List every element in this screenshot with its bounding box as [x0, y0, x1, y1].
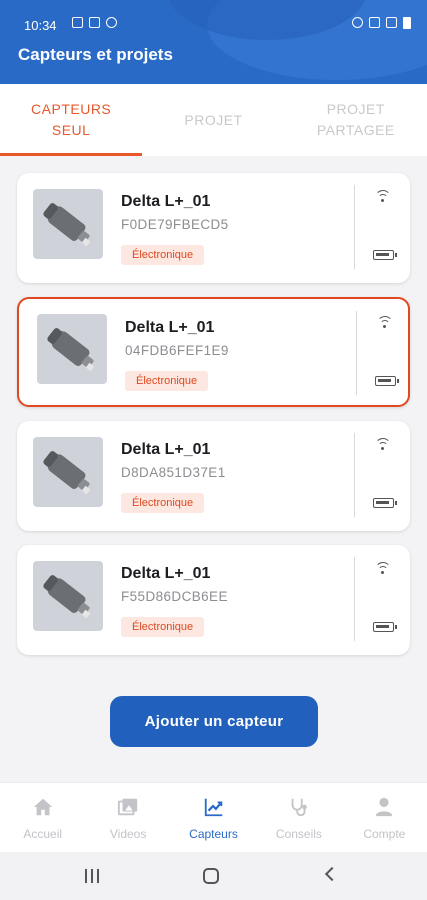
home-icon	[33, 798, 52, 816]
nav-label: Compte	[363, 827, 406, 841]
category-badge: Électronique	[121, 245, 205, 265]
wifi-icon	[375, 438, 391, 452]
sensor-id: F55D86DCB6EE	[121, 589, 228, 604]
sensor-name: Delta L+_01	[121, 441, 211, 458]
alarm-icon	[106, 17, 117, 28]
sensor-id: D8DA851D37E1	[121, 465, 226, 480]
home-button[interactable]	[203, 868, 219, 884]
tab-bar: CAPTEURS SEUL PROJET PROJET PARTAGEE	[0, 84, 427, 156]
sensor-image	[37, 314, 107, 384]
tab-capteurs-seul[interactable]: CAPTEURS SEUL	[0, 84, 143, 156]
alarm-icon	[352, 17, 363, 28]
nav-label: Capteurs	[189, 827, 238, 841]
card-divider	[356, 311, 357, 395]
user-icon	[376, 797, 393, 817]
notification-icons	[72, 17, 117, 28]
nav-compte[interactable]: Compte	[342, 783, 427, 852]
stethoscope-icon	[291, 798, 307, 817]
category-badge: Électronique	[121, 617, 205, 637]
nav-capteurs[interactable]: Capteurs	[171, 783, 256, 852]
bottom-navigation: Accueil Videos Capteurs Conseils Compte	[0, 782, 427, 852]
card-divider	[354, 557, 355, 641]
app-header: 10:34 Capteurs et projets	[0, 0, 427, 84]
tab-label: PROJET	[184, 111, 243, 128]
nav-label: Videos	[109, 827, 147, 841]
nav-label: Conseils	[275, 827, 322, 841]
status-time: 10:34	[24, 18, 57, 33]
wifi-icon	[375, 562, 391, 576]
video-icon	[118, 798, 138, 816]
page-title: Capteurs et projets	[18, 45, 173, 64]
nav-label: Accueil	[23, 827, 63, 841]
system-icons	[352, 17, 411, 29]
chart-icon	[204, 798, 222, 817]
sensor-name: Delta L+_01	[121, 565, 211, 582]
wifi-icon	[375, 190, 391, 204]
system-navigation-bar	[0, 852, 427, 900]
mail-icon	[89, 17, 100, 28]
add-sensor-button[interactable]: Ajouter un capteur	[110, 696, 318, 747]
sensor-card-selected[interactable]: Delta L+_01 04FDB6FEF1E9 Électronique	[17, 297, 410, 407]
sensor-list: Delta L+_01 F0DE79FBECD5 Électronique De…	[17, 173, 410, 669]
battery-icon	[373, 250, 397, 260]
sensor-image	[33, 189, 103, 259]
sensor-id: 04FDB6FEF1E9	[125, 343, 229, 358]
sensor-image	[33, 437, 103, 507]
signal-icon	[386, 17, 397, 28]
sensor-id: F0DE79FBECD5	[121, 217, 229, 232]
tab-label: CAPTEURS SEUL	[31, 101, 112, 138]
recent-apps-button[interactable]	[85, 869, 101, 883]
battery-icon	[373, 622, 397, 632]
card-divider	[354, 433, 355, 517]
gallery-icon	[72, 17, 83, 28]
category-badge: Électronique	[125, 371, 209, 391]
tab-label: PROJET PARTAGEE	[316, 101, 395, 138]
battery-icon	[373, 498, 397, 508]
battery-icon	[403, 17, 411, 29]
nav-videos[interactable]: Videos	[85, 783, 170, 852]
sensor-card[interactable]: Delta L+_01 F55D86DCB6EE Électronique	[17, 545, 410, 655]
status-bar: 10:34	[0, 0, 427, 33]
sensor-card[interactable]: Delta L+_01 D8DA851D37E1 Électronique	[17, 421, 410, 531]
tab-projet[interactable]: PROJET	[142, 84, 284, 156]
sensor-image	[33, 561, 103, 631]
battery-icon	[375, 376, 399, 386]
card-divider	[354, 185, 355, 269]
sensor-card[interactable]: Delta L+_01 F0DE79FBECD5 Électronique	[17, 173, 410, 283]
signal-icon	[369, 17, 380, 28]
tab-projet-partagee[interactable]: PROJET PARTAGEE	[285, 84, 427, 156]
nav-accueil[interactable]: Accueil	[0, 783, 85, 852]
sensor-name: Delta L+_01	[121, 193, 211, 210]
back-button[interactable]	[324, 866, 340, 882]
sensor-name: Delta L+_01	[125, 319, 215, 336]
category-badge: Électronique	[121, 493, 205, 513]
nav-conseils[interactable]: Conseils	[256, 783, 341, 852]
wifi-icon	[377, 316, 393, 330]
